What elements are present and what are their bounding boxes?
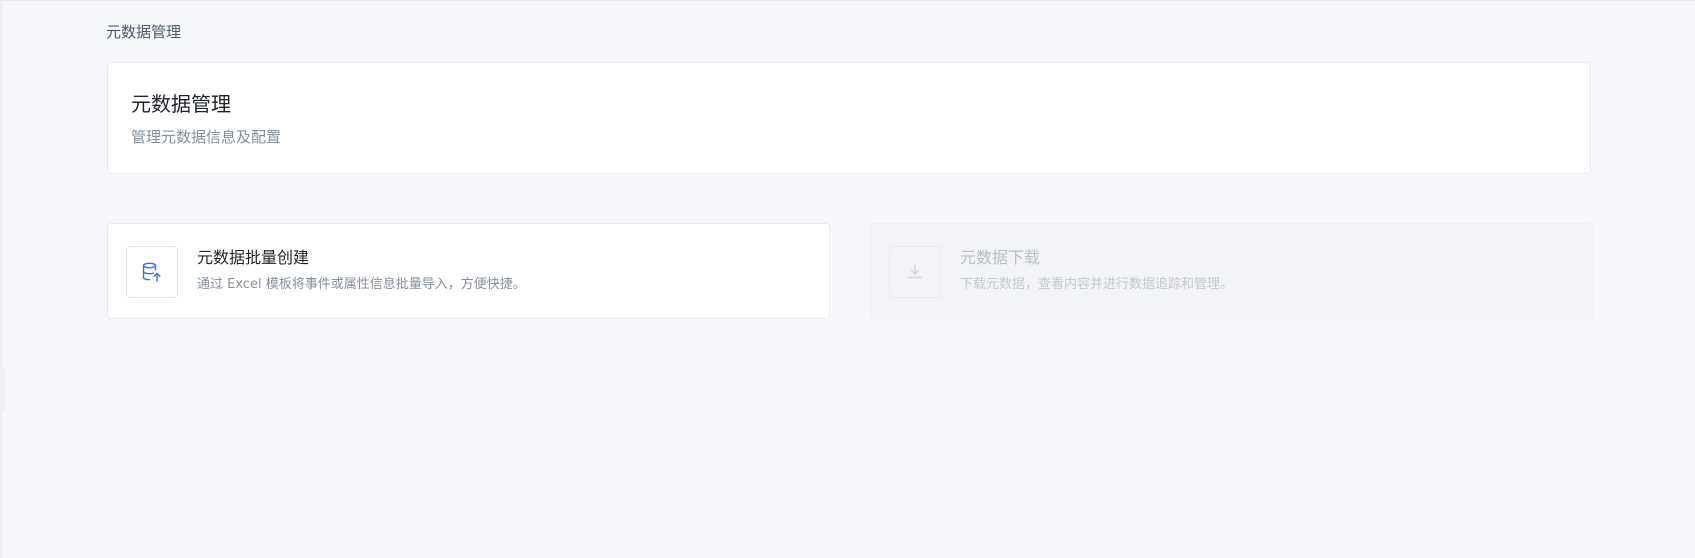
breadcrumb-current: 元数据管理: [106, 23, 182, 41]
page-header-card: 元数据管理 管理元数据信息及配置: [107, 62, 1591, 174]
download-card[interactable]: 元数据下载 下载元数据，查看内容并进行数据追踪和管理。: [870, 223, 1593, 319]
left-border: [0, 0, 2, 558]
breadcrumb: 元数据管理: [106, 22, 181, 42]
page-subtitle: 管理元数据信息及配置: [131, 128, 282, 146]
database-upload-icon: [126, 246, 178, 298]
download-icon: [889, 246, 941, 298]
page-title: 元数据管理: [131, 92, 231, 116]
top-border: [0, 0, 1695, 1]
download-description: 下载元数据，查看内容并进行数据追踪和管理。: [960, 277, 1234, 292]
bulk-create-title: 元数据批量创建: [197, 248, 310, 267]
download-title: 元数据下载: [960, 248, 1041, 267]
sidebar-collapse-handle[interactable]: [0, 368, 6, 410]
bulk-create-card[interactable]: 元数据批量创建 通过 Excel 模板将事件或属性信息批量导入，方便快捷。: [107, 223, 830, 319]
bulk-create-description: 通过 Excel 模板将事件或属性信息批量导入，方便快捷。: [197, 277, 526, 292]
